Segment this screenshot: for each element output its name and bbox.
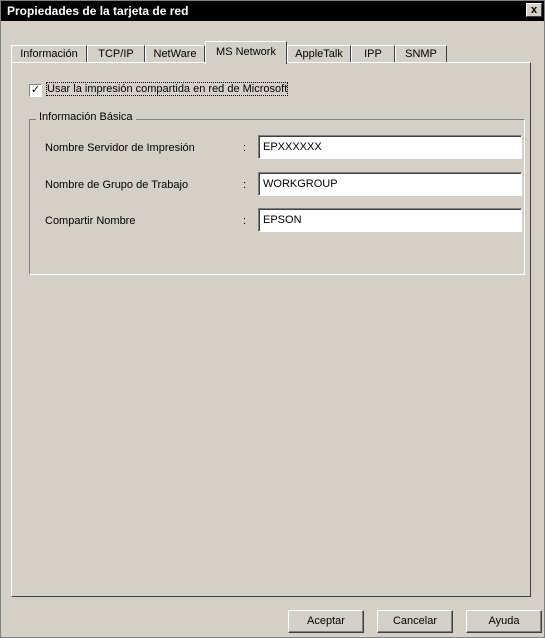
help-button[interactable]: Ayuda (466, 610, 542, 633)
title-bar: Propiedades de la tarjeta de red x (1, 1, 544, 21)
cancel-button[interactable]: Cancelar (377, 610, 453, 633)
basic-info-title: Información Básica (36, 111, 136, 123)
network-card-properties-dialog: Propiedades de la tarjeta de red x Infor… (0, 0, 545, 638)
field-colon: : (243, 142, 247, 154)
tab-informacion[interactable]: Información (11, 45, 87, 63)
share-checkbox-label[interactable]: Usar la impresión compartida en red de M… (45, 82, 289, 96)
field-colon: : (243, 215, 247, 227)
ok-button[interactable]: Aceptar (288, 610, 364, 633)
close-button[interactable]: x (526, 3, 542, 17)
print-server-name-label: Nombre Servidor de Impresión (45, 142, 195, 154)
share-checkbox-text: Usar la impresión compartida en red de M… (45, 82, 289, 96)
print-server-name-input[interactable]: EPXXXXXX (258, 135, 522, 159)
workgroup-name-input[interactable]: WORKGROUP (258, 172, 522, 196)
share-name-label: Compartir Nombre (45, 215, 136, 227)
tab-netware[interactable]: NetWare (145, 45, 205, 63)
tab-strip: Información TCP/IP NetWare MS Network Ap… (11, 41, 531, 64)
field-colon: : (243, 179, 247, 191)
tab-ipp[interactable]: IPP (351, 45, 395, 63)
tab-snmp[interactable]: SNMP (395, 45, 447, 63)
share-name-input[interactable]: EPSON (258, 208, 522, 232)
tab-tcpip[interactable]: TCP/IP (87, 45, 145, 63)
window-title: Propiedades de la tarjeta de red (7, 4, 189, 18)
workgroup-name-label: Nombre de Grupo de Trabajo (45, 179, 189, 191)
share-checkbox[interactable]: ✓ (29, 84, 42, 97)
tab-ms-network[interactable]: MS Network (205, 41, 287, 64)
tab-appletalk[interactable]: AppleTalk (287, 45, 351, 63)
